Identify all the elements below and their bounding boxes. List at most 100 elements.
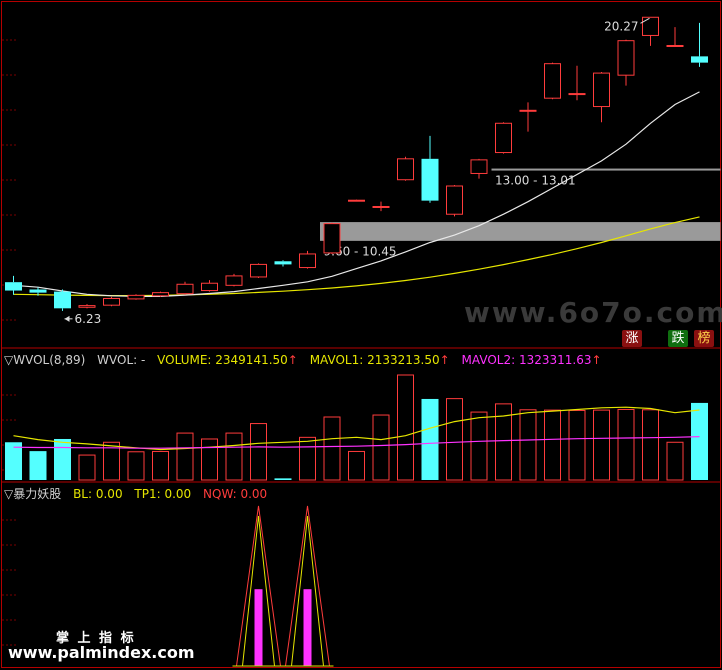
candle [348, 199, 365, 202]
volume-bar [201, 438, 218, 481]
volume-bar [54, 438, 71, 480]
volume-bar [691, 402, 708, 480]
volume-bar [593, 409, 610, 481]
volume-bar [397, 374, 414, 481]
candle-body [421, 158, 439, 201]
volume-bar [568, 409, 586, 481]
volume-bar [299, 436, 316, 481]
volume-bar [421, 398, 439, 480]
low-price-label: 6.23 [75, 312, 102, 326]
site-watermark-url: www.palmindex.com [8, 643, 195, 662]
candle-body [225, 275, 243, 286]
volume-bar [642, 409, 659, 481]
high-price-label: 20.27 [604, 19, 638, 33]
candle-body [348, 199, 365, 202]
volume-bar [348, 450, 365, 481]
candle [446, 184, 463, 217]
candle-body [446, 185, 463, 215]
candle [78, 304, 96, 309]
candle-body [201, 282, 218, 292]
price-watermark: www.6o7o.com [464, 296, 722, 329]
nqw-label: NQW: 0.00 [203, 487, 268, 501]
candle-body [617, 40, 635, 76]
candle [691, 22, 708, 67]
volume-bar [78, 454, 96, 481]
candle [299, 250, 316, 269]
candle [250, 263, 267, 278]
price-zone [491, 168, 721, 171]
volume-bar [666, 441, 684, 481]
zone-label: 13.00 - 13.01 [495, 173, 576, 187]
candle-body [568, 93, 586, 96]
volume-bar [250, 423, 267, 481]
candle-body [593, 72, 610, 108]
up-rank-badge[interactable]: 涨 [622, 330, 642, 347]
volume-bar [274, 478, 292, 480]
candle-body [519, 109, 537, 112]
candle [617, 39, 635, 86]
candle-body [54, 291, 71, 309]
candle-body [176, 283, 194, 295]
volume-bar [544, 409, 561, 481]
mavol2-label: MAVOL2: 1323311.63↑ [461, 353, 602, 367]
candle-body [299, 253, 316, 269]
candle [127, 294, 145, 300]
candle-body [152, 292, 169, 297]
candle [176, 281, 194, 295]
candle-body [691, 56, 708, 63]
candle [495, 122, 512, 154]
volume-bar [176, 432, 194, 481]
candle-body [78, 305, 96, 308]
tp1-label: TP1: 0.00 [134, 487, 192, 501]
candle [421, 135, 439, 203]
candle [103, 296, 120, 307]
volume-header: ▽WVOL(8,89) WVOL: - VOLUME: 2349141.50↑ … [4, 353, 610, 367]
candle [397, 156, 414, 181]
ma-fast-line [13, 91, 700, 297]
candle-body [323, 223, 341, 254]
volume-bar [323, 416, 341, 481]
low-pointer-head [64, 315, 70, 322]
volume-bar [5, 442, 22, 480]
candle [666, 27, 684, 47]
candle [274, 260, 292, 267]
candle [593, 72, 610, 123]
candle-body [642, 16, 659, 36]
candle [544, 62, 561, 100]
candle-body [250, 263, 267, 278]
candle [568, 65, 586, 101]
candle [372, 201, 390, 212]
candle [323, 222, 341, 254]
candle [470, 158, 488, 179]
down-rank-badge[interactable]: 跌 [668, 330, 688, 347]
mavol1-label: MAVOL1: 2133213.50↑ [309, 353, 450, 367]
chart-frame [1, 1, 721, 668]
candle [225, 273, 243, 287]
chart-stage: 9.60 - 10.45 13.00 - 13.01 20.27 6.23 www.6… [0, 0, 722, 670]
candle [5, 275, 22, 295]
candle-body [127, 294, 145, 300]
indicator-header: ▽暴力妖股 BL: 0.00 TP1: 0.00 NQW: 0.00 [4, 485, 275, 502]
signal-bar [254, 589, 263, 666]
volume-bar [617, 408, 635, 481]
rank-badge[interactable]: 榜 [694, 330, 714, 347]
candle-body [470, 159, 488, 174]
signal-bar [303, 589, 312, 666]
indicator-name[interactable]: ▽暴力妖股 [4, 487, 61, 501]
volume-indicator-name[interactable]: ▽WVOL(8,89) [4, 353, 85, 367]
candle [201, 280, 218, 292]
wvol-label: WVOL: - [97, 353, 146, 367]
candle-body [397, 158, 414, 181]
candle-body [29, 289, 47, 293]
candle-body [544, 63, 561, 99]
volume-bar [29, 451, 47, 480]
price-zone [320, 222, 721, 241]
candle [519, 102, 537, 132]
volume-bar [225, 432, 243, 481]
candle-body [666, 44, 684, 47]
candle-body [103, 297, 120, 306]
volume-bar [127, 451, 145, 481]
candle-body [495, 122, 512, 154]
candle-body [372, 205, 390, 208]
candle [54, 289, 71, 311]
